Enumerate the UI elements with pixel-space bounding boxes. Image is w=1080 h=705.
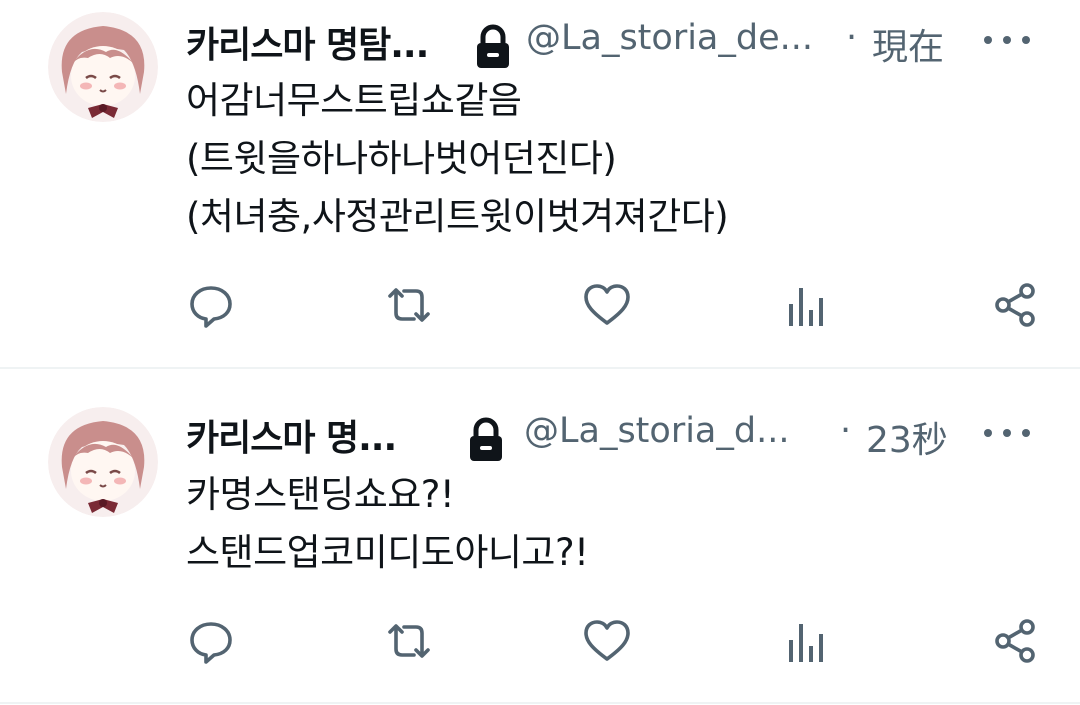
separator-dot: · — [846, 18, 858, 58]
tweet-text-line: (트윗을하나하나벗어던진다) — [186, 137, 617, 180]
tweet-text-line: 카명스탠딩쇼요?! — [186, 473, 455, 516]
reply-icon[interactable] — [186, 280, 236, 330]
tweet[interactable]: 카리스마 명탐... @La_storia_de... · 現在 어감너무스트립… — [0, 0, 1080, 368]
separator-dot: · — [840, 411, 852, 451]
lock-icon — [466, 417, 506, 463]
tweet-actions — [186, 280, 1040, 330]
reply-icon[interactable] — [186, 616, 236, 666]
display-name[interactable]: 카리스마 명... — [186, 409, 397, 461]
like-icon[interactable] — [582, 280, 632, 330]
tweet[interactable]: 카리스마 명... @La_storia_d... · 23秒 카명스탠딩쇼요?… — [0, 369, 1080, 703]
user-handle[interactable]: @La_storia_de... — [526, 18, 813, 58]
share-icon[interactable] — [990, 280, 1040, 330]
tweet-text: 카명스탠딩쇼요?! 스탠드업코미디도아니고?! — [186, 466, 589, 582]
retweet-icon[interactable] — [384, 280, 434, 330]
avatar[interactable] — [48, 12, 158, 122]
more-icon[interactable] — [984, 28, 1030, 52]
retweet-icon[interactable] — [384, 616, 434, 666]
tweet-header: 카리스마 명... @La_storia_d... · 23秒 — [186, 403, 1040, 463]
avatar[interactable] — [48, 407, 158, 517]
user-handle[interactable]: @La_storia_d... — [524, 411, 789, 451]
like-icon[interactable] — [582, 616, 632, 666]
tweet-actions — [186, 616, 1040, 666]
views-icon[interactable] — [781, 280, 831, 330]
lock-icon — [473, 24, 513, 70]
tweet-text-line: 어감너무스트립쇼같음 — [186, 79, 522, 122]
display-name[interactable]: 카리스마 명탐... — [186, 16, 429, 68]
tweet-divider — [0, 702, 1080, 704]
timestamp[interactable]: 23秒 — [866, 411, 948, 463]
views-icon[interactable] — [781, 616, 831, 666]
tweet-text-line: (처녀충,사정관리트윗이벗겨져간다) — [186, 195, 729, 238]
tweet-header: 카리스마 명탐... @La_storia_de... · 現在 — [186, 10, 1040, 70]
tweet-text: 어감너무스트립쇼같음 (트윗을하나하나벗어던진다) (처녀충,사정관리트윗이벗겨… — [186, 72, 729, 246]
share-icon[interactable] — [990, 616, 1040, 666]
more-icon[interactable] — [984, 421, 1030, 445]
timestamp[interactable]: 現在 — [872, 18, 944, 70]
tweet-text-line: 스탠드업코미디도아니고?! — [186, 531, 589, 574]
